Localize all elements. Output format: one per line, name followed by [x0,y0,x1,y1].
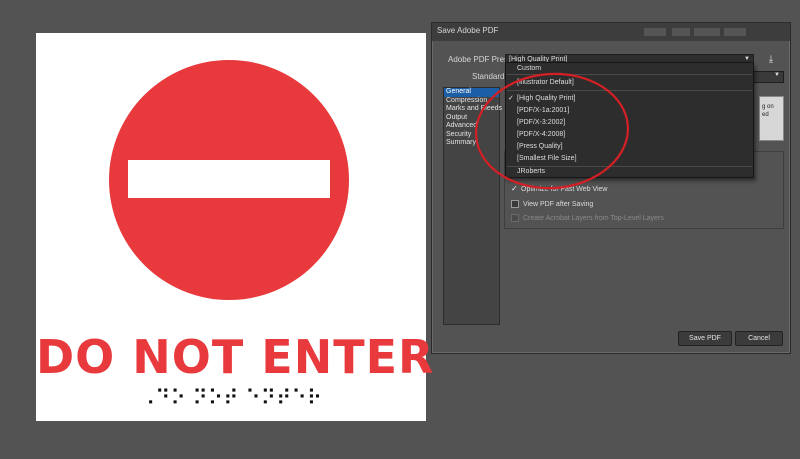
checkbox-icon [511,214,519,222]
nav-item-general[interactable]: General [444,88,499,97]
titlebar-ghost-3 [694,28,720,36]
dialog-titlebar[interactable]: Save Adobe PDF [432,23,790,41]
create-acrobat-layers-checkbox: Create Acrobat Layers from Top-Level Lay… [511,214,664,222]
option-label: Optimize for Fast Web View [521,186,608,193]
nav-item-security[interactable]: Security [444,131,499,140]
dropdown-item-press-quality[interactable]: [Press Quality] [517,143,563,150]
dropdown-item-pdfx-4-2008[interactable]: [PDF/X-4:2008] [517,131,565,138]
view-pdf-after-saving-checkbox[interactable]: View PDF after Saving [511,200,593,208]
optimize-fast-web-checkbox[interactable]: ✓ Optimize for Fast Web View [511,184,608,194]
dropdown-item-pdfx-3-2002[interactable]: [PDF/X-3:2002] [517,119,565,126]
chevron-down-icon: ▼ [774,72,780,78]
titlebar-ghost-1 [644,28,666,36]
no-entry-icon [109,60,349,300]
dropdown-item-smallest-file-size[interactable]: [Smallest File Size] [517,155,577,162]
dropdown-item-jroberts[interactable]: JRoberts [517,168,545,175]
cancel-button[interactable]: Cancel [735,331,783,346]
artboard-canvas: DO NOT ENTER ⠠⠙⠕ ⠝⠕⠞ ⠑⠝⠞⠑⠗ [36,33,435,421]
nav-item-output[interactable]: Output [444,114,499,123]
standard-select[interactable]: ▼ [752,71,784,83]
nav-item-compression[interactable]: Compression [444,97,499,106]
dialog-title: Save Adobe PDF [437,26,499,35]
preset-dropdown-list: Custom [Illustrator Default] ✓ [High Qua… [505,62,754,178]
sign-text: DO NOT ENTER [36,330,435,384]
dropdown-item-high-quality-print[interactable]: [High Quality Print] [517,95,575,102]
description-box: g on ed [759,96,784,141]
option-label: Create Acrobat Layers from Top-Level Lay… [523,214,664,222]
no-entry-bar [128,160,330,198]
titlebar-ghost-4 [724,28,746,36]
dropdown-separator [507,74,752,75]
checkbox-icon [511,200,519,208]
nav-item-summary[interactable]: Summary! [444,139,499,148]
checkmark-icon: ✓ [511,184,518,194]
dropdown-item-pdfx-1a-2001[interactable]: [PDF/X-1a:2001] [517,107,569,114]
description-fragment-2: ed [762,112,769,118]
save-pdf-button[interactable]: Save PDF [678,331,732,346]
settings-nav: General Compression Marks and Bleeds Out… [443,87,502,325]
standard-label: Standard: [472,72,507,81]
option-label: View PDF after Saving [523,200,594,208]
titlebar-ghost-2 [672,28,690,36]
nav-item-advanced[interactable]: Advanced [444,122,499,131]
dropdown-separator [507,166,752,167]
dropdown-item-custom[interactable]: Custom [517,65,541,72]
dropdown-separator [507,90,752,91]
description-fragment-1: g on [762,104,774,110]
dropdown-item-illustrator-default[interactable]: [Illustrator Default] [517,79,574,86]
braille-text: ⠠⠙⠕ ⠝⠕⠞ ⠑⠝⠞⠑⠗ [139,386,323,410]
nav-item-marks-and-bleeds[interactable]: Marks and Bleeds [444,105,502,114]
save-preset-icon[interactable]: ⤓ [763,53,779,67]
checkmark-icon: ✓ [508,95,514,102]
